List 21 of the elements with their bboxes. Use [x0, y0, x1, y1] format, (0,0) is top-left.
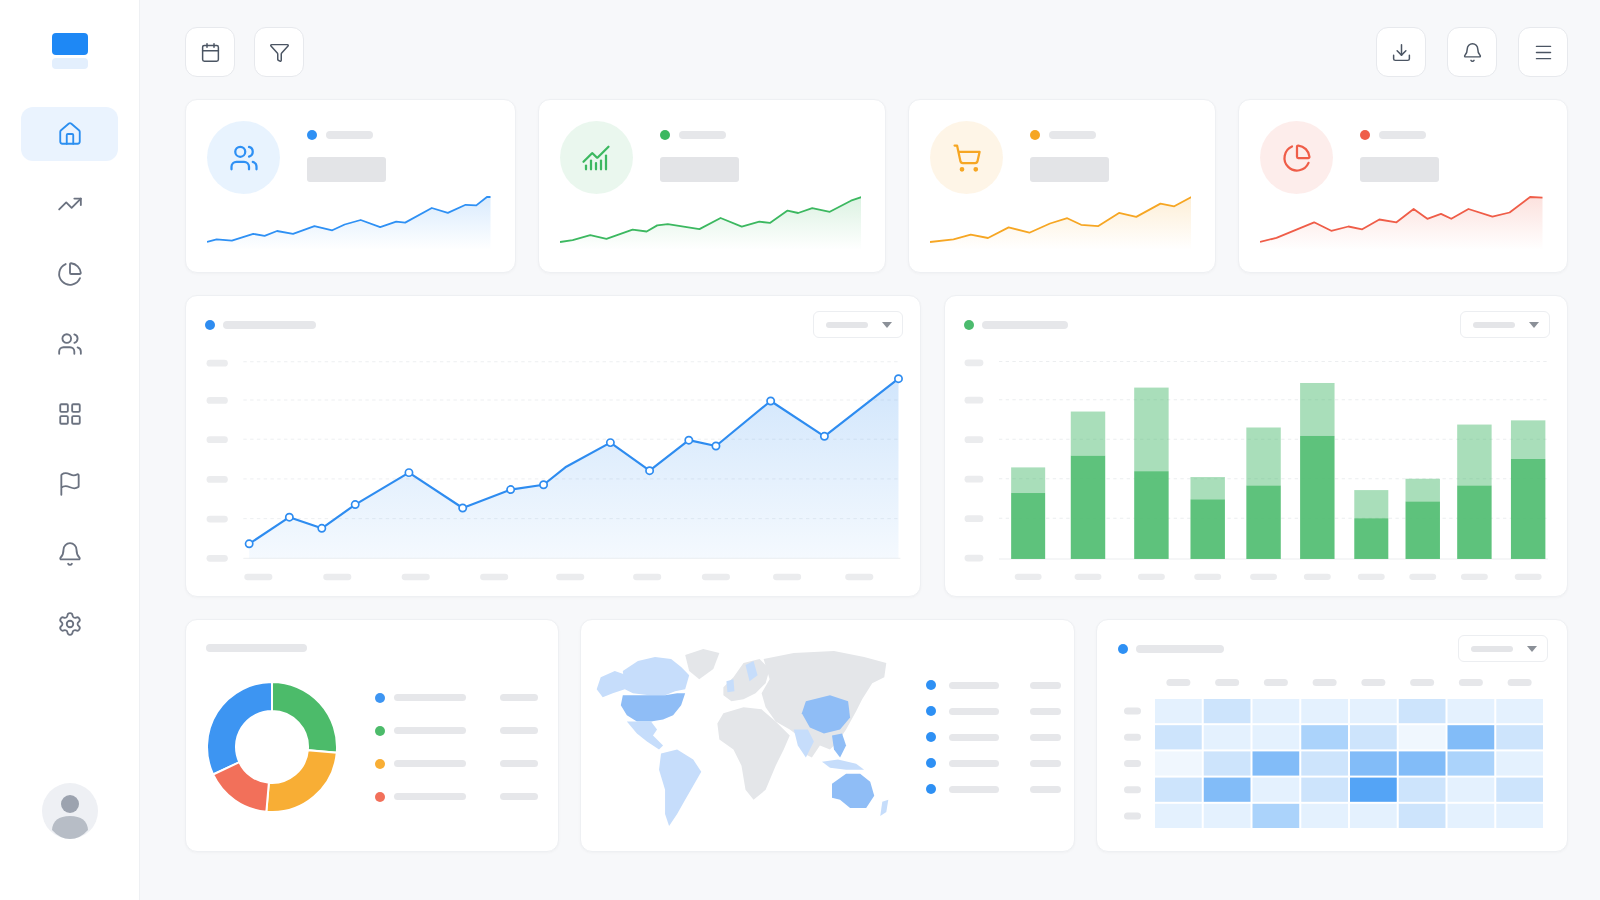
bell-icon	[56, 541, 83, 567]
pie-chart-icon	[56, 261, 83, 287]
nav-item[interactable]	[21, 107, 118, 161]
download-button[interactable]	[1376, 27, 1426, 77]
download-icon	[1390, 41, 1412, 63]
calendar-button[interactable]	[185, 27, 235, 77]
notifications-button[interactable]	[1447, 27, 1497, 77]
home-icon	[56, 121, 83, 147]
grid-icon	[56, 401, 83, 427]
filter-icon	[268, 41, 290, 63]
calendar-icon	[199, 41, 221, 63]
filter-button[interactable]	[254, 27, 304, 77]
users-icon	[56, 331, 83, 357]
logo-icon	[51, 33, 88, 69]
menu-button[interactable]	[1518, 27, 1568, 77]
caret-icon	[882, 321, 892, 328]
settings-icon	[56, 611, 83, 637]
bell-icon	[1461, 41, 1483, 63]
caret-icon	[1529, 321, 1539, 328]
caret-icon	[1527, 645, 1537, 652]
avatar-icon[interactable]	[41, 783, 98, 839]
